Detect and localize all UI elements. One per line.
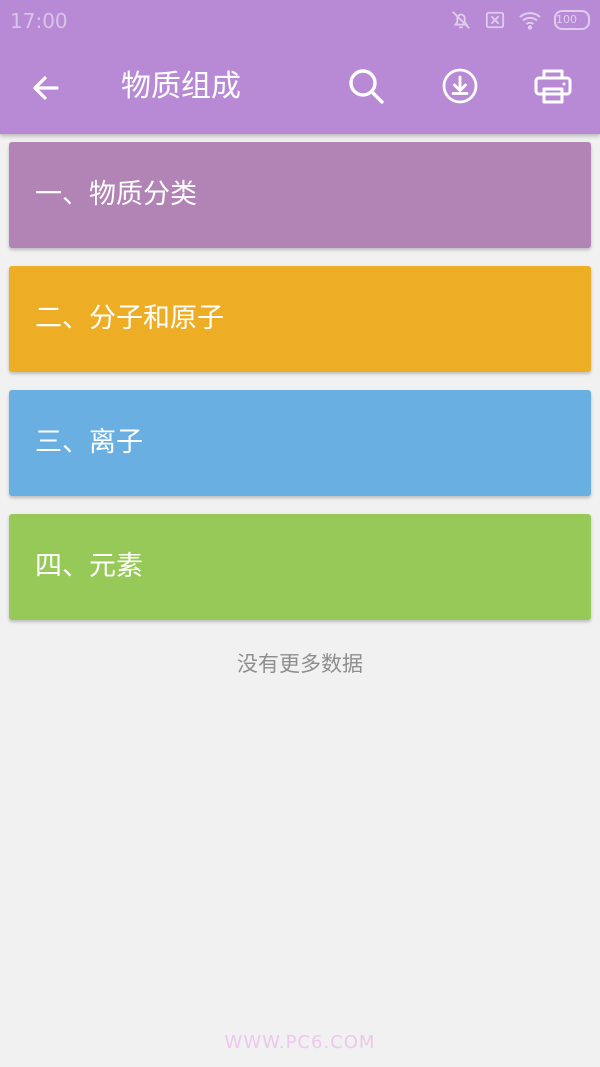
download-button[interactable] [436,64,484,112]
battery-icon: 100 [554,10,590,30]
print-icon [533,67,573,109]
search-icon [347,67,385,109]
print-button[interactable] [529,64,577,112]
wifi-icon [518,10,542,30]
list-item[interactable]: 二、分子和原子 [9,266,591,372]
list-item-label: 四、元素 [35,551,143,582]
mute-notifications-icon [450,9,472,31]
search-button[interactable] [342,64,390,112]
list-item[interactable]: 一、物质分类 [9,142,591,248]
app-bar: 17:00 100 物质组成 [0,0,600,134]
watermark: WWW.PC6.COM [224,1032,376,1053]
toolbar: 物质组成 [0,42,600,134]
list-item-label: 一、物质分类 [35,179,197,210]
download-icon [441,67,479,109]
page-title: 物质组成 [121,69,241,104]
status-time: 17:00 [10,9,68,33]
back-button[interactable] [22,66,70,114]
no-more-data-text: 没有更多数据 [237,652,363,676]
sim-off-icon [484,10,506,30]
back-arrow-icon [30,72,62,108]
status-bar: 17:00 100 [0,0,600,40]
list-item-label: 三、离子 [35,427,143,458]
list-item[interactable]: 四、元素 [9,514,591,620]
list-item-label: 二、分子和原子 [35,303,224,334]
list-item[interactable]: 三、离子 [9,390,591,496]
status-icons: 100 [450,8,590,32]
